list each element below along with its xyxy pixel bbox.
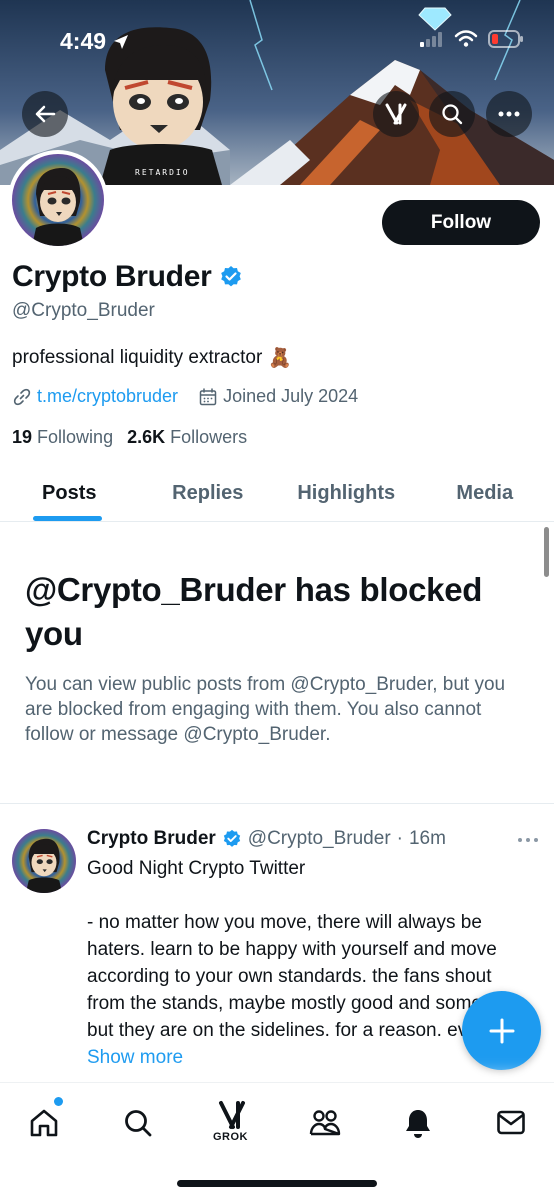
bio-text: professional liquidity extractor — [12, 347, 263, 368]
follow-button[interactable]: Follow — [382, 200, 540, 245]
plus-icon — [489, 1018, 514, 1043]
post-blank-line — [87, 882, 532, 909]
following-count: 19 — [12, 427, 33, 447]
verified-badge-icon[interactable] — [219, 265, 243, 289]
more-horizontal-icon — [498, 111, 520, 117]
grok-button[interactable] — [373, 91, 419, 137]
post-author-handle[interactable]: @Crypto_Bruder — [248, 828, 391, 850]
search-button[interactable] — [429, 91, 475, 137]
post-avatar[interactable] — [12, 829, 76, 893]
verified-badge-icon — [223, 829, 240, 847]
scrollbar[interactable] — [544, 527, 549, 577]
avatar — [12, 154, 104, 246]
more-horizontal-icon — [518, 838, 538, 842]
tab-replies[interactable]: Replies — [139, 465, 278, 521]
profile-name: Crypto Bruder — [12, 260, 212, 293]
profile-bio: professional liquidity extractor 🧸 — [12, 346, 292, 370]
profile-name-row: Crypto Bruder — [12, 260, 243, 294]
clock-text: 4:49 — [60, 28, 107, 54]
communities-icon — [309, 1110, 341, 1136]
follow-stats: 19 Following 2.6K Followers — [12, 427, 247, 448]
followers-label: Followers — [170, 427, 248, 447]
profile-tabs: Posts Replies Highlights Media — [0, 465, 554, 522]
grok-icon — [385, 103, 407, 125]
followers-stat[interactable]: 2.6K Followers — [127, 427, 247, 448]
following-label: Following — [37, 427, 114, 447]
blocked-message: You can view public posts from @Crypto_B… — [25, 674, 506, 745]
post-time[interactable]: 16m — [409, 828, 446, 850]
home-indicator — [177, 1180, 377, 1187]
messages-icon — [497, 1110, 525, 1135]
calendar-icon — [199, 387, 217, 405]
more-button[interactable] — [486, 91, 532, 137]
tab-posts[interactable]: Posts — [0, 465, 139, 521]
nav-search[interactable] — [118, 1103, 158, 1143]
grok-icon — [219, 1101, 245, 1129]
post-author-name[interactable]: Crypto Bruder — [87, 828, 216, 850]
followers-count: 2.6K — [127, 427, 166, 447]
home-notification-dot — [54, 1097, 63, 1106]
post-header: Crypto Bruder @Crypto_Bruder · 16m — [87, 828, 446, 850]
home-icon — [30, 1109, 58, 1137]
avatar-image — [12, 829, 76, 893]
nav-home[interactable] — [24, 1103, 64, 1143]
post-text-line: Good Night Crypto Twitter — [87, 858, 306, 879]
nav-notifications[interactable] — [398, 1103, 438, 1143]
banner-shirt-text: RETARDIO — [135, 168, 190, 177]
active-tab-indicator — [33, 516, 102, 521]
nav-grok[interactable] — [212, 1095, 252, 1135]
notifications-icon — [406, 1110, 430, 1138]
post-separator: · — [396, 828, 403, 849]
tab-media[interactable]: Media — [416, 465, 554, 521]
following-stat[interactable]: 19 Following — [12, 427, 113, 448]
avatar-image — [12, 154, 104, 246]
compose-post-button[interactable] — [462, 991, 541, 1070]
search-icon — [125, 1110, 152, 1137]
link-icon — [13, 388, 31, 405]
signal-icon — [420, 32, 442, 47]
blocked-title: @Crypto_Bruder has blocked you — [25, 571, 483, 652]
post-more-button[interactable] — [517, 830, 539, 848]
post-text: - no matter how you move, there will alw… — [87, 912, 525, 1041]
grok-label: GROK — [213, 1131, 248, 1143]
status-bar-icons — [420, 30, 524, 48]
back-button[interactable] — [22, 91, 68, 137]
show-more-link[interactable]: Show more — [87, 1047, 183, 1068]
arrow-left-icon — [35, 105, 56, 123]
profile-handle: @Crypto_Bruder — [12, 300, 155, 321]
profile-website-link[interactable]: t.me/cryptobruder — [37, 386, 178, 407]
profile-meta: t.me/cryptobruder Joined July 2024 — [12, 386, 358, 407]
divider — [0, 803, 554, 804]
nav-communities[interactable] — [305, 1103, 345, 1143]
tab-highlights[interactable]: Highlights — [277, 465, 416, 521]
teddy-bear-emoji: 🧸 — [268, 348, 292, 369]
nav-messages[interactable] — [491, 1103, 531, 1143]
wifi-icon — [454, 30, 478, 47]
battery-low-icon — [488, 30, 523, 48]
profile-avatar[interactable] — [8, 150, 108, 250]
search-icon — [442, 104, 463, 125]
location-arrow-icon — [114, 34, 129, 49]
status-bar-time: 4:49 — [60, 28, 130, 55]
joined-date: Joined July 2024 — [223, 386, 359, 406]
